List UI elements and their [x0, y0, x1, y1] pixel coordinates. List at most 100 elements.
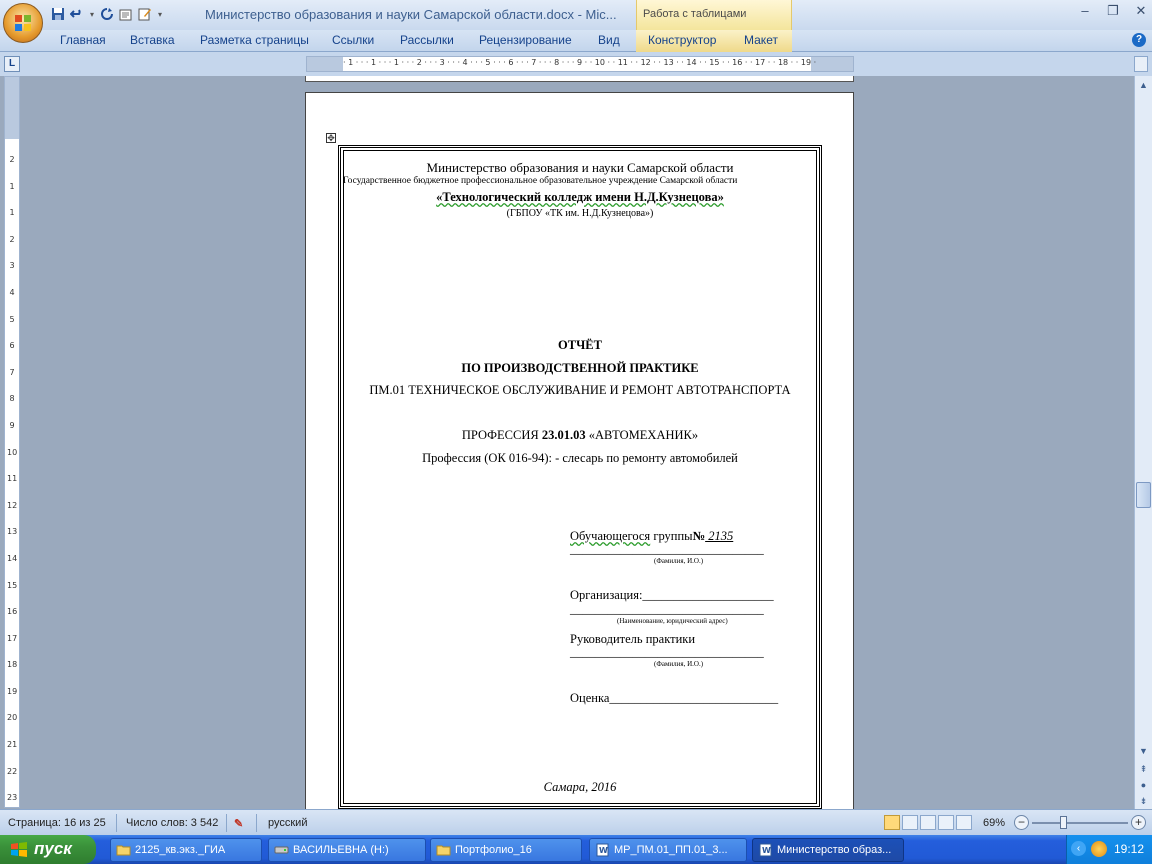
show-hidden-icons-icon[interactable]: ‹	[1071, 841, 1086, 856]
vertical-ruler-numbers: 2112345678910111213141516171819202122232…	[7, 147, 17, 864]
left-margin-area	[307, 57, 343, 71]
profession-ok-line: Профессия (ОК 016-94): - слесарь по ремо…	[422, 451, 738, 465]
folder-icon	[436, 845, 451, 856]
college-short: (ГБПОУ «ТК им. Н.Д.Кузнецова»)	[506, 208, 654, 219]
student-label-num: №	[692, 529, 706, 543]
title-bar: ▾ ▾ Министерство образования и науки Сам…	[0, 0, 1152, 43]
taskbar-item-folder-gia[interactable]: 2125_кв.экз._ГИА	[110, 838, 262, 862]
profession-prefix: ПРОФЕССИЯ	[461, 428, 539, 442]
undo-icon[interactable]	[69, 6, 85, 22]
taskbar-item-folder-portfolio[interactable]: Портфолио_16	[430, 838, 582, 862]
language-indicator[interactable]: русский	[268, 817, 307, 829]
vertical-scrollbar[interactable]: ▲ ▼ ⇞ ● ⇟	[1134, 76, 1152, 809]
zoom-slider[interactable]	[1032, 822, 1128, 824]
grade-line: Оценка___________________________	[570, 691, 779, 705]
full-screen-reading-icon[interactable]	[902, 815, 918, 830]
view-ruler-button[interactable]	[1134, 56, 1148, 72]
tab-review[interactable]: Рецензирование	[479, 33, 572, 47]
clock[interactable]: 19:12	[1114, 842, 1144, 856]
vertical-ruler-number: 9	[9, 420, 15, 430]
start-label: пуск	[34, 839, 72, 858]
draft-icon[interactable]	[956, 815, 972, 830]
document-page[interactable]: ✥ Министерство образования и науки Самар…	[305, 92, 854, 809]
next-page-icon[interactable]: ⇟	[1136, 794, 1151, 808]
vertical-ruler-number: 22	[7, 766, 18, 776]
taskbar-item-word-mr[interactable]: W МР_ПМ.01_ПП.01_3...	[589, 838, 747, 862]
tab-selector-button[interactable]: L	[4, 56, 20, 72]
outline-icon[interactable]	[938, 815, 954, 830]
tab-design[interactable]: Конструктор	[648, 33, 716, 47]
tab-mailings[interactable]: Рассылки	[400, 33, 454, 47]
profession-code: 23.01.03	[541, 428, 586, 442]
right-margin-area	[811, 57, 853, 71]
tab-layout[interactable]: Макет	[744, 33, 778, 47]
vertical-ruler-number: 11	[7, 474, 18, 484]
status-separator	[226, 814, 227, 832]
scroll-thumb[interactable]	[1136, 482, 1151, 508]
zoom-out-icon[interactable]: −	[1014, 815, 1029, 830]
help-icon[interactable]: ?	[1132, 33, 1146, 47]
table-move-handle-icon[interactable]: ✥	[326, 133, 336, 143]
web-layout-icon[interactable]	[920, 815, 936, 830]
restore-icon[interactable]: ❐	[1106, 4, 1120, 18]
window-title: Министерство образования и науки Самарск…	[205, 7, 617, 22]
vertical-ruler[interactable]: 2112345678910111213141516171819202122232…	[4, 76, 20, 855]
vertical-ruler-number: 17	[7, 633, 18, 643]
vertical-ruler-number: 16	[7, 607, 18, 617]
minimize-icon[interactable]: ‒	[1078, 4, 1092, 18]
format-painter-icon[interactable]	[118, 6, 134, 22]
institution-line: Государственное бюджетное профессиональн…	[343, 176, 738, 186]
group-number: 2135	[705, 529, 734, 543]
vertical-ruler-number: 21	[7, 740, 18, 750]
ministry-line: Министерство образования и науки Самарск…	[426, 160, 734, 175]
student-name-line: _______________________________	[570, 542, 764, 556]
scroll-up-icon[interactable]: ▲	[1136, 78, 1151, 92]
redo-icon[interactable]	[99, 6, 115, 22]
save-icon[interactable]	[50, 6, 66, 22]
vertical-ruler-number: 12	[7, 500, 18, 510]
drive-icon	[274, 846, 289, 854]
vertical-ruler-number: 20	[7, 713, 18, 723]
office-button[interactable]	[3, 3, 43, 43]
zoom-level[interactable]: 69%	[983, 817, 1005, 829]
word-count[interactable]: Число слов: 3 542	[126, 817, 218, 829]
vertical-ruler-number: 4	[9, 287, 15, 297]
zoom-in-icon[interactable]: +	[1131, 815, 1146, 830]
tray-app-icon[interactable]	[1091, 841, 1107, 857]
system-tray: ‹ 19:12	[1066, 835, 1152, 864]
vertical-ruler-number: 18	[7, 660, 18, 670]
zoom-slider-thumb[interactable]	[1060, 816, 1067, 829]
tab-view[interactable]: Вид	[598, 33, 620, 47]
taskbar-item-word-ministry[interactable]: W Министерство образ...	[752, 838, 904, 862]
edit-icon[interactable]	[137, 6, 153, 22]
select-browse-object-icon[interactable]: ●	[1136, 778, 1151, 792]
status-separator	[116, 814, 117, 832]
spellcheck-icon[interactable]: ✎	[234, 817, 243, 830]
customize-qat-icon[interactable]: ▾	[156, 6, 164, 22]
horizontal-ruler[interactable]: · 1 · · · 1 · · · 1 · · · 2 · · · 3 · · …	[306, 56, 854, 72]
previous-page-icon[interactable]: ⇞	[1136, 762, 1151, 776]
taskbar-item-drive-h[interactable]: ВАСИЛЬЕВНА (H:)	[268, 838, 426, 862]
svg-text:W: W	[762, 846, 771, 855]
report-title: ОТЧЁТ	[558, 338, 602, 352]
page-indicator[interactable]: Страница: 16 из 25	[8, 817, 106, 829]
scroll-down-icon[interactable]: ▼	[1136, 744, 1151, 758]
tab-references[interactable]: Ссылки	[332, 33, 374, 47]
document-area[interactable]: ✥ Министерство образования и науки Самар…	[22, 76, 1134, 809]
tab-page-layout[interactable]: Разметка страницы	[200, 33, 309, 47]
vertical-ruler-number: 1	[9, 208, 15, 218]
vertical-ruler-number: 3	[9, 261, 15, 271]
print-layout-icon[interactable]	[884, 815, 900, 830]
report-subtitle: ПО ПРОИЗВОДСТВЕННОЙ ПРАКТИКЕ	[461, 361, 699, 375]
tab-home[interactable]: Главная	[60, 33, 106, 47]
status-separator	[256, 814, 257, 832]
ruler-numbers: · 1 · · · 1 · · · 1 · · · 2 · · · 3 · · …	[343, 58, 817, 67]
undo-dropdown-icon[interactable]: ▾	[88, 6, 96, 22]
close-icon[interactable]: ✕	[1134, 4, 1148, 18]
vertical-ruler-number: 7	[9, 367, 15, 377]
top-margin-area	[5, 77, 19, 139]
tab-insert[interactable]: Вставка	[130, 33, 175, 47]
svg-text:W: W	[599, 846, 608, 855]
word-document-icon: W	[596, 843, 609, 857]
start-button[interactable]: пуск	[0, 835, 96, 864]
